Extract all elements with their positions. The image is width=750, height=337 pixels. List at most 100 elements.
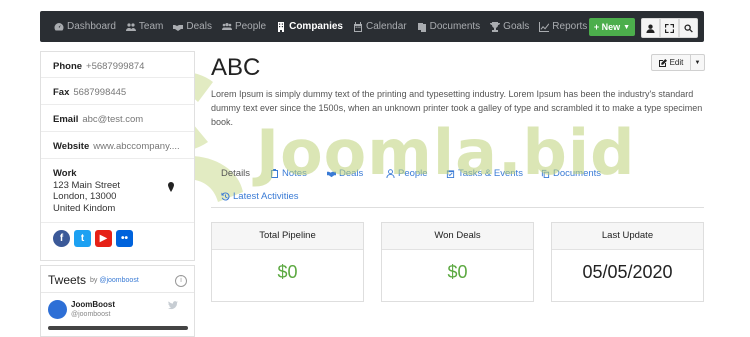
email-value[interactable]: abc@test.com: [82, 114, 143, 125]
page-title: ABC: [211, 54, 261, 81]
nav-calendar[interactable]: Calendar: [353, 21, 407, 32]
user-icon: [386, 169, 395, 178]
edit-button[interactable]: Edit: [651, 54, 691, 71]
nav-reports[interactable]: Reports: [539, 21, 587, 32]
address-line-3: United Kindom: [53, 202, 116, 214]
search-icon: [684, 23, 693, 33]
team-icon: [125, 22, 136, 31]
edit-button-label: Edit: [669, 58, 684, 67]
user-button[interactable]: [641, 18, 660, 38]
fax-label: Fax: [53, 87, 70, 98]
search-button[interactable]: [679, 18, 698, 38]
new-button-label: New: [601, 22, 621, 32]
nav-goals-label: Goals: [503, 21, 530, 32]
tab-documents-label: Documents: [553, 168, 602, 179]
social-links: f t ▶ ••: [53, 230, 137, 247]
tab-notes[interactable]: Notes: [270, 168, 307, 179]
tab-documents[interactable]: Documents: [541, 168, 601, 179]
nav-companies[interactable]: Companies: [276, 21, 343, 32]
stat-value: $0: [277, 262, 298, 282]
divider: [41, 77, 194, 78]
nav-goals[interactable]: Goals: [490, 21, 529, 32]
website-value[interactable]: www.abccompany....: [93, 141, 179, 152]
address-line-1: 123 Main Street: [53, 179, 121, 191]
new-button[interactable]: + New ▼: [589, 18, 635, 36]
facebook-icon[interactable]: f: [53, 230, 70, 247]
tweet-author-name[interactable]: JoomBoost: [71, 300, 115, 309]
nav-people[interactable]: People: [221, 21, 267, 32]
edit-dropdown-toggle[interactable]: ▼: [690, 54, 705, 71]
divider: [41, 222, 194, 223]
map-marker-icon[interactable]: [167, 182, 175, 192]
stat-label: Total Pipeline: [212, 223, 363, 250]
tab-people[interactable]: People: [386, 168, 428, 179]
nav-companies-label: Companies: [289, 21, 343, 32]
tab-deals[interactable]: Deals: [327, 168, 363, 179]
divider: [41, 292, 194, 293]
clipboard-icon: [271, 169, 278, 178]
tweet-text-preview: [48, 326, 188, 330]
utility-buttons: [641, 18, 698, 38]
tab-details[interactable]: Details: [221, 168, 250, 179]
history-icon: [221, 192, 230, 201]
tab-details-label: Details: [221, 168, 251, 179]
website-row: Website www.abccompany....: [53, 141, 180, 152]
building-icon: [278, 21, 285, 32]
tab-notes-label: Notes: [282, 168, 307, 179]
phone-value[interactable]: +5687999874: [86, 61, 144, 72]
caret-down-icon: ▼: [694, 59, 701, 66]
flickr-icon[interactable]: ••: [116, 230, 133, 247]
nav-deals-label: Deals: [186, 21, 212, 32]
tweets-by-handle[interactable]: @joomboost: [99, 277, 138, 284]
dashboard-icon: [54, 22, 64, 30]
divider: [41, 131, 194, 132]
tweets-by: by @joomboost: [90, 277, 139, 284]
website-label: Website: [53, 141, 90, 152]
calendar-icon: [354, 21, 362, 32]
nav-dashboard[interactable]: Dashboard: [54, 21, 116, 32]
caret-down-icon: ▼: [623, 23, 631, 31]
documents-icon: [541, 169, 550, 178]
stat-value: $0: [447, 262, 468, 282]
fullscreen-button[interactable]: [660, 18, 679, 38]
stat-won-deals: Won Deals $0: [381, 222, 534, 302]
tweets-by-prefix: by: [90, 277, 98, 284]
tab-latest-activities[interactable]: Latest Activities: [221, 191, 298, 202]
nav-documents[interactable]: Documents: [417, 21, 481, 32]
nav-team[interactable]: Team: [125, 21, 164, 32]
avatar[interactable]: [48, 300, 67, 319]
work-address: Work 123 Main Street London, 13000 Unite…: [53, 168, 120, 214]
nav-team-label: Team: [138, 21, 164, 32]
tab-tasks-events[interactable]: Tasks & Events: [446, 168, 523, 179]
fax-value: 5687998445: [73, 87, 127, 98]
nav-calendar-label: Calendar: [366, 21, 407, 32]
detail-tabs: Details Notes Deals People Tasks & Event…: [211, 167, 704, 208]
tab-latest-activities-label: Latest Activities: [233, 191, 299, 202]
tab-deals-label: Deals: [339, 168, 364, 179]
email-row: Email abc@test.com: [53, 114, 143, 125]
plus-icon: +: [593, 22, 602, 32]
info-icon[interactable]: i: [175, 275, 187, 287]
phone-row: Phone +5687999874: [53, 61, 144, 72]
stat-total-pipeline: Total Pipeline $0: [211, 222, 364, 302]
twitter-icon[interactable]: t: [74, 230, 91, 247]
youtube-icon[interactable]: ▶: [95, 230, 112, 247]
chart-icon: [539, 21, 550, 32]
nav-people-label: People: [234, 21, 267, 32]
stat-label: Last Update: [552, 223, 703, 250]
nav-deals[interactable]: Deals: [173, 21, 212, 32]
calendar-check-icon: [446, 170, 455, 178]
divider: [41, 104, 194, 105]
nav-documents-label: Documents: [429, 21, 481, 32]
twitter-bird-icon: [168, 301, 178, 310]
divider: [41, 158, 194, 159]
stat-value: 05/05/2020: [582, 262, 673, 282]
tweets-title: Tweets: [48, 273, 87, 287]
fullscreen-icon: [665, 23, 674, 33]
stat-last-update: Last Update 05/05/2020: [551, 222, 704, 302]
tweet-author-handle[interactable]: @joomboost: [71, 311, 110, 318]
phone-label: Phone: [53, 61, 83, 72]
work-label: Work: [53, 168, 77, 179]
people-icon: [221, 22, 232, 30]
email-label: Email: [53, 114, 79, 125]
